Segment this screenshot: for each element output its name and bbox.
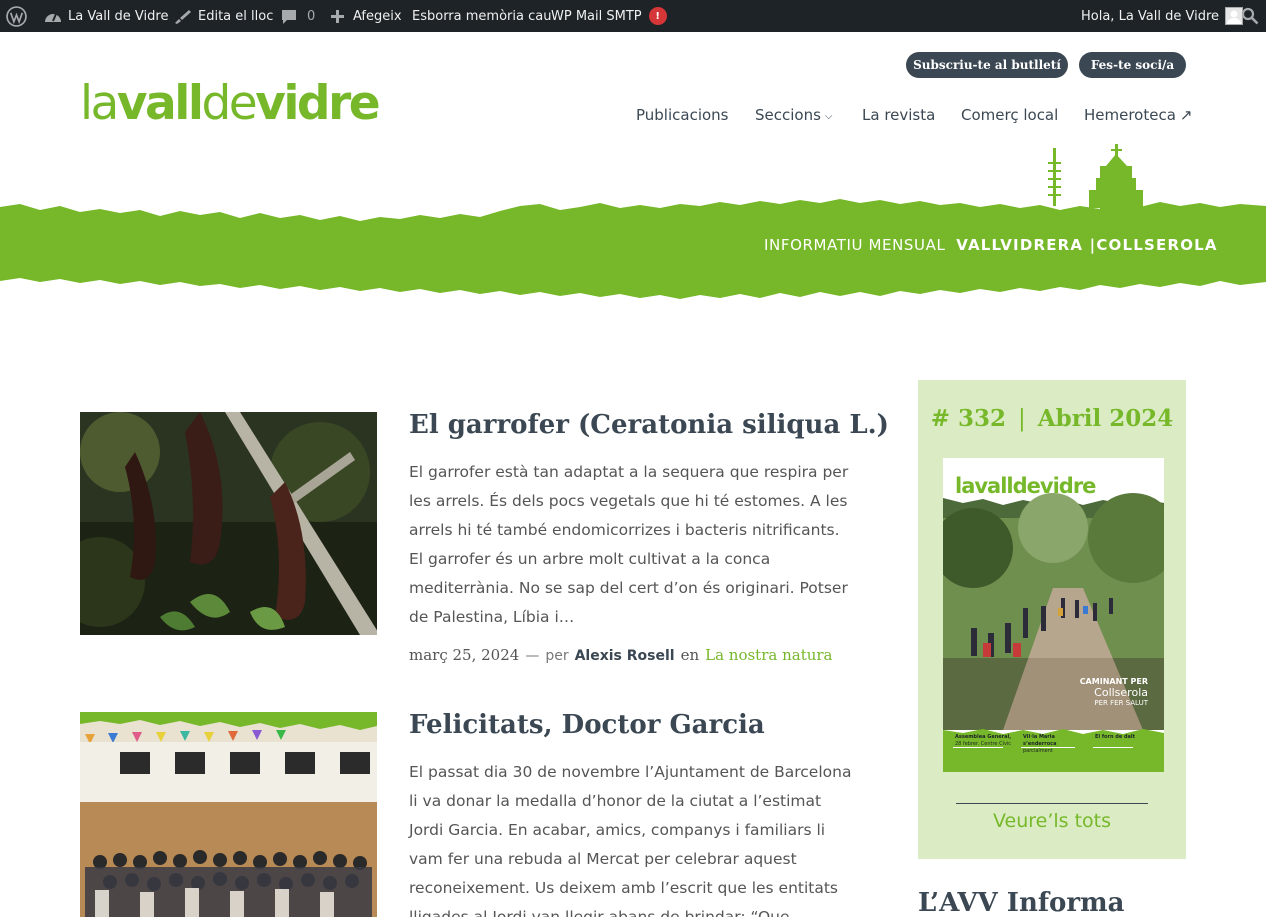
site-tagline: INFORMATIU MENSUAL VALLVIDRERA |COLLSERO… xyxy=(764,236,1218,254)
site-logo[interactable]: lavalldevidre xyxy=(80,74,381,134)
brush-icon xyxy=(173,8,192,25)
post-excerpt: El passat dia 30 de novembre l’Ajuntamen… xyxy=(409,763,852,917)
cover-headline: CAMINANT PER Collserola PER FER SALUT xyxy=(1080,676,1148,709)
post-excerpt: El garrofer està tan adaptat a la sequer… xyxy=(409,463,849,626)
nav-item-seccions[interactable]: Seccions ⌵ xyxy=(755,104,833,128)
site-name-menu[interactable]: La Vall de Vidre xyxy=(44,0,168,32)
cover-artwork xyxy=(943,458,1164,772)
edit-site-label: Edita el lloc xyxy=(198,8,274,24)
skyline-icon xyxy=(1048,144,1143,210)
external-link-icon: ↗ xyxy=(1179,106,1193,124)
nav-item-hemeroteca-label: Hemeroteca xyxy=(1084,106,1176,124)
issue-number: # 332 xyxy=(930,405,1006,432)
carob-photo xyxy=(80,412,377,635)
cover-column-2: Vil·la Maria s’enderroca parcialment xyxy=(1023,734,1087,755)
group-photo xyxy=(80,712,377,917)
add-new-menu[interactable]: Afegeix xyxy=(330,0,402,32)
search-icon[interactable] xyxy=(1241,0,1259,32)
tagline-bold: VALLVIDRERA |COLLSEROLA xyxy=(956,236,1218,254)
cover-column-1-subtitle: 28 febrer. Centre Cívic xyxy=(955,741,1012,747)
cover-column-1-title: Assemblea General, xyxy=(955,734,1012,740)
logo-part-vidre: vidre xyxy=(255,76,380,131)
chevron-down-icon: ⌵ xyxy=(824,111,833,122)
issue-month: Abril 2024 xyxy=(1037,405,1174,432)
see-all-divider xyxy=(956,803,1148,804)
header-banner xyxy=(0,144,1266,299)
nav-item-seccions-label: Seccions xyxy=(755,106,821,124)
comments-count: 0 xyxy=(307,8,316,24)
post-meta: març 25, 2024 — per Alexis Rosell en La … xyxy=(409,646,833,664)
nav-item-publicacions[interactable]: Publicacions xyxy=(636,104,729,126)
issue-separator: | xyxy=(1018,406,1026,432)
cover-logo: lavalldevidre xyxy=(955,474,1096,498)
issue-title[interactable]: # 332 | Abril 2024 xyxy=(918,405,1186,432)
logo-part-de: de xyxy=(201,76,257,131)
smtp-alert-badge: ! xyxy=(648,7,667,25)
wp-mail-smtp-label: WP Mail SMTP xyxy=(551,8,642,24)
post-category-link[interactable]: La nostra natura xyxy=(705,646,832,664)
become-member-button[interactable]: Fes-te soci/a xyxy=(1079,52,1186,78)
admin-bar: La Vall de Vidre Edita el lloc 0 Afegeix… xyxy=(0,0,1266,32)
logo-part-la: la xyxy=(80,76,119,131)
newsletter-subscribe-button[interactable]: Subscriu-te al butlletí xyxy=(906,52,1068,78)
logo-part-vall: vall xyxy=(116,76,204,131)
post-author-link[interactable]: Alexis Rosell xyxy=(575,648,675,664)
edit-site-link[interactable]: Edita el lloc xyxy=(173,0,273,32)
post-date: març 25, 2024 xyxy=(409,646,520,664)
nav-item-comerc-local[interactable]: Comerç local xyxy=(961,104,1058,126)
site-name-label: La Vall de Vidre xyxy=(68,8,169,24)
cover-column-3-title: El forn de dalt xyxy=(1095,734,1136,740)
avv-informa-heading: L’AVV Informa xyxy=(918,888,1125,917)
greeting-label: Hola, La Vall de Vidre xyxy=(1081,8,1220,24)
cover-column-2-subtitle: parcialment xyxy=(1023,748,1053,754)
tagline-light: INFORMATIU MENSUAL xyxy=(764,236,946,254)
post-title[interactable]: El garrofer (Ceratonia siliqua L.) xyxy=(409,410,889,440)
magazine-cover[interactable]: lavalldevidre CAMINANT PER Collserola PE… xyxy=(943,458,1164,772)
nav-item-la-revista[interactable]: La revista xyxy=(862,104,935,126)
see-all-issues-link[interactable]: Veure’ls tots xyxy=(918,810,1186,832)
cover-headline-line-2: Collserola xyxy=(1094,686,1148,699)
add-new-label: Afegeix xyxy=(353,8,402,24)
cover-column-1: Assemblea General, 28 febrer. Centre Cív… xyxy=(955,734,1015,748)
cover-column-2-title: Vil·la Maria s’enderroca xyxy=(1023,734,1057,747)
meta-en: en xyxy=(680,646,700,664)
wp-mail-smtp-menu[interactable]: WP Mail SMTP ! xyxy=(551,0,667,32)
meta-per: per xyxy=(545,648,569,664)
clear-cache-link[interactable]: Esborra memòria cau xyxy=(412,0,551,32)
cover-column-3: El forn de dalt xyxy=(1095,734,1155,741)
post-thumbnail-doctor-garcia[interactable] xyxy=(80,712,377,917)
comments-link[interactable]: 0 xyxy=(280,0,315,32)
wordpress-logo-icon[interactable] xyxy=(6,0,27,32)
cover-headline-line-3: PER FER SALUT xyxy=(1094,699,1148,707)
my-account-menu[interactable]: Hola, La Vall de Vidre xyxy=(1081,0,1244,32)
meta-dash: — xyxy=(525,648,540,664)
post-thumbnail-garrofer[interactable] xyxy=(80,412,377,635)
plus-icon xyxy=(330,9,345,24)
dashboard-icon xyxy=(44,8,62,24)
clear-cache-label: Esborra memòria cau xyxy=(412,8,552,24)
nav-item-hemeroteca[interactable]: Hemeroteca ↗ xyxy=(1084,104,1193,126)
comment-icon xyxy=(280,8,298,25)
post-title[interactable]: Felicitats, Doctor Garcia xyxy=(409,710,765,740)
